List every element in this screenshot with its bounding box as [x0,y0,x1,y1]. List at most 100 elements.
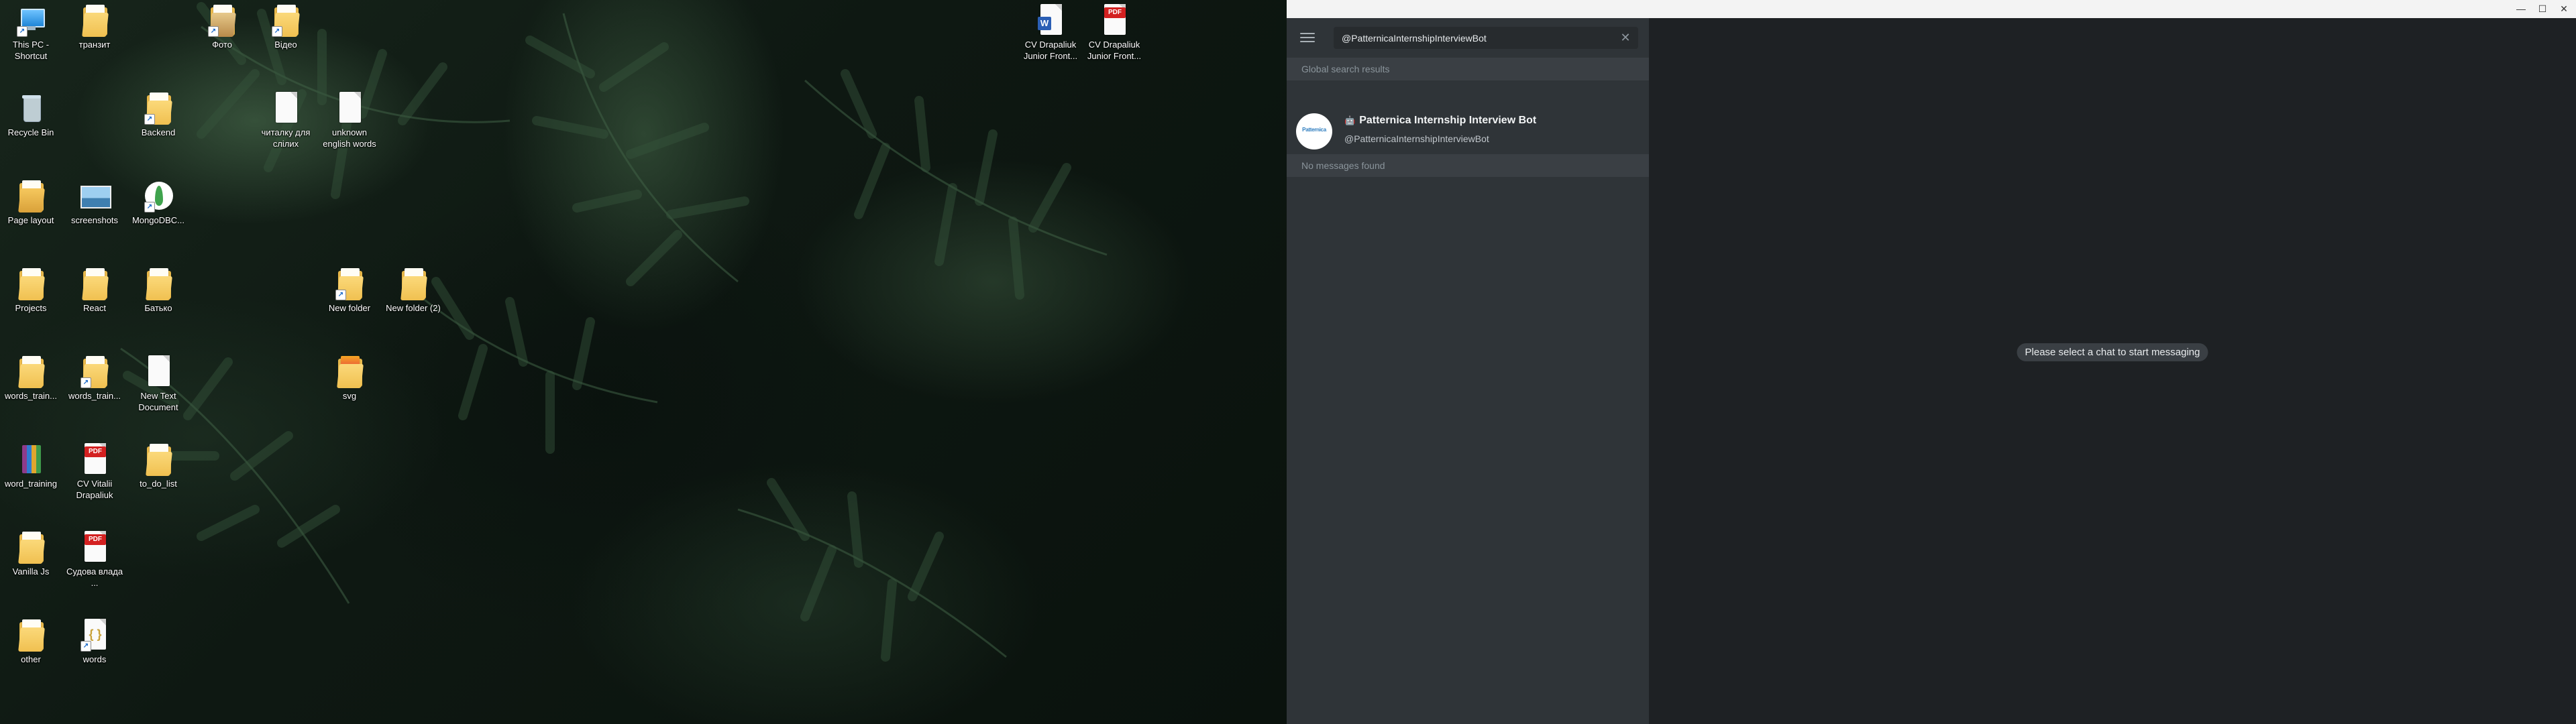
search-input[interactable] [1342,27,1610,49]
avatar-logo-text: Patternica [1302,127,1326,133]
folder-icon [398,267,429,300]
pdf-icon: PDF [1099,3,1130,37]
desktop-icon-label: This PC - Shortcut [12,40,50,61]
image-icon [79,179,111,213]
desktop-icon-tranzyt[interactable]: транзит [63,3,126,50]
minimize-button[interactable]: — [2512,0,2530,18]
json-file-icon: { } ↗ [79,618,110,652]
desktop-icon-label: words_train... [4,391,58,401]
desktop-icon-batko[interactable]: Батько [127,267,190,314]
maximize-button[interactable]: ☐ [2533,0,2552,18]
search-result-row[interactable]: Patternica 🤖 Patternica Internship Interv… [1287,109,1649,154]
desktop-icon-backend[interactable]: ↗ Backend [127,91,190,138]
desktop-icon-label: New Text Document [138,391,178,412]
global-search-results-header: Global search results [1287,58,1649,80]
desktop-icon-cv-pdf[interactable]: PDF CV Drapaliuk Junior Front... [1083,3,1146,62]
folder-icon [143,267,174,300]
desktop-icon-this-pc[interactable]: ↗ This PC - Shortcut [0,3,62,62]
desktop-icon-label: Відео [274,40,297,50]
pdf-icon: PDF [79,442,110,476]
desktop-icon-mongodb[interactable]: ↗ MongoDBC... [127,179,190,226]
desktop-icon-screenshots[interactable]: screenshots [63,179,126,226]
desktop-icon-label: to_do_list [140,479,177,489]
folder-icon [334,355,365,388]
hamburger-menu-icon[interactable] [1299,30,1316,48]
folder-icon: ↗ [270,3,301,37]
desktop-icon-label: New folder (2) [386,303,441,313]
close-window-button[interactable]: ✕ [2555,0,2573,18]
document-icon [334,91,365,125]
desktop-icon-label: Vanilla Js [12,566,50,577]
desktop-icon-projects[interactable]: Projects [0,267,62,314]
document-icon [143,355,174,388]
chat-list-panel: ✕ Global search results Patternica 🤖Patt… [1287,18,1649,724]
folder-icon [15,530,46,564]
desktop-icon-label: Фото [212,40,232,50]
desktop-icon-label: MongoDBC... [131,215,185,225]
desktop-icon-vanilla-js[interactable]: Vanilla Js [0,530,62,577]
winrar-archive-icon [15,442,46,476]
this-pc-icon: ↗ [15,3,46,37]
pdf-icon: PDF [79,530,110,564]
desktop-icon-foto[interactable]: ↗ Фото [191,3,254,50]
search-box[interactable]: ✕ [1334,27,1638,49]
folder-icon [15,618,46,652]
desktop-icon-label: Backend [141,127,176,137]
desktop-icon-label: транзит [78,40,111,50]
desktop-icon-sudova-vlada[interactable]: PDF Судова влада ... [63,530,126,589]
desktop-icon-react[interactable]: React [63,267,126,314]
folder-icon: ↗ [79,355,110,388]
no-messages-header: No messages found [1287,154,1649,177]
desktop-icon-label: other [21,654,41,664]
desktop-icon-new-folder[interactable]: ↗ New folder [318,267,381,314]
folder-icon [15,179,46,213]
desktop-icon-label: word_training [4,479,58,489]
folder-icon: ↗ [143,91,174,125]
folder-icon [143,442,174,476]
folder-icon [79,267,110,300]
desktop-icon-label: screenshots [70,215,119,225]
desktop-icon-label: New folder [328,303,371,313]
desktop-icon-label: Projects [15,303,47,313]
desktop-icon-label: words_train... [68,391,121,401]
chat-area: Please select a chat to start messaging [1649,18,2576,724]
desktop-icon-words-train-2[interactable]: ↗ words_train... [63,355,126,402]
desktop-icon-label: React [83,303,106,313]
desktop-icon-words-train-1[interactable]: words_train... [0,355,62,402]
desktop-icon-other[interactable]: other [0,618,62,665]
desktop-icon-label: Батько [144,303,172,313]
desktop-icon-label: unknown english words [323,127,376,149]
desktop-icon-video[interactable]: ↗ Відео [254,3,317,50]
telegram-window: — ☐ ✕ ✕ Global search results Patternica… [1287,0,2576,724]
desktop-icon-cv-word[interactable]: W CV Drapaliuk Junior Front... [1019,3,1082,62]
desktop-icon-cv-vitalii[interactable]: PDF CV Vitalii Drapaliuk [63,442,126,501]
desktop-icon-new-folder-2[interactable]: New folder (2) [382,267,445,314]
title-bar: — ☐ ✕ [1287,0,2576,18]
desktop-icon-label: CV Drapaliuk Junior Front... [1087,40,1142,61]
desktop-icon-to-do-list[interactable]: to_do_list [127,442,190,489]
recycle-bin-icon [15,91,46,125]
desktop-icon-new-text-document[interactable]: New Text Document [127,355,190,413]
desktop-icon-label: Recycle Bin [7,127,54,137]
bot-icon: 🤖 [1344,115,1356,125]
desktop-icon-chytalku[interactable]: читалку для слілих [254,91,317,149]
desktop-icon-label: читалку для слілих [261,127,311,149]
desktop-icon-label: Page layout [7,215,54,225]
desktop-icon-label: words [83,654,107,664]
desktop-icon-word-training[interactable]: word_training [0,442,62,489]
word-document-icon: W [1035,3,1066,37]
desktop-icon-page-layout[interactable]: Page layout [0,179,62,226]
result-username: @PatternicaInternshipInterviewBot [1344,133,1489,144]
document-icon [270,91,301,125]
mongodb-icon: ↗ [143,179,174,213]
desktop-icon-label: Судова влада ... [66,566,123,588]
desktop-icon-svg[interactable]: svg [318,355,381,402]
desktop: ↗ This PC - Shortcut Recycle Bin Page la… [0,0,1287,724]
desktop-icon-recycle-bin[interactable]: Recycle Bin [0,91,62,138]
desktop-icon-label: svg [342,391,357,401]
result-name-text: Patternica Internship Interview Bot [1359,115,1537,126]
desktop-icon-words[interactable]: { } ↗ words [63,618,126,665]
folder-icon [79,3,110,37]
clear-search-icon[interactable]: ✕ [1618,30,1633,45]
desktop-icon-unknown-english-words[interactable]: unknown english words [318,91,381,149]
